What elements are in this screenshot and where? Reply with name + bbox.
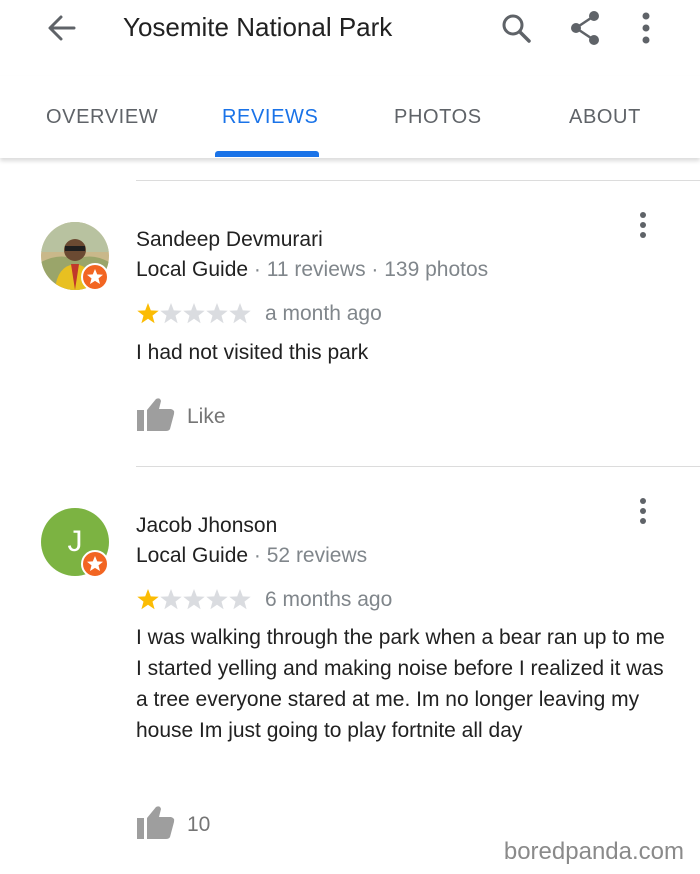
like-label[interactable]: Like	[187, 405, 226, 429]
reviewer-name[interactable]: Sandeep Devmurari	[136, 228, 323, 252]
tab-overview[interactable]: OVERVIEW	[46, 106, 158, 129]
star-rating	[137, 589, 251, 610]
review-date: a month ago	[265, 302, 382, 325]
star-empty-icon	[206, 303, 228, 324]
back-arrow-icon[interactable]	[44, 12, 80, 44]
review-more-icon[interactable]	[633, 496, 653, 526]
review-more-icon[interactable]	[633, 210, 653, 240]
star-empty-icon	[183, 589, 205, 610]
star-empty-icon	[229, 303, 251, 324]
more-vert-icon[interactable]	[628, 8, 664, 48]
local-guide-badge-icon	[81, 550, 109, 578]
reviewer-name[interactable]: Jacob Jhonson	[136, 514, 277, 538]
star-filled-icon	[137, 589, 159, 610]
share-icon[interactable]	[567, 8, 603, 48]
review-text: I had not visited this park	[136, 341, 369, 364]
local-guide-label: Local Guide	[136, 258, 249, 281]
star-empty-icon	[160, 589, 182, 610]
local-guide-badge-icon	[81, 263, 109, 291]
thumbs-up-icon[interactable]	[136, 396, 176, 434]
star-rating	[137, 303, 251, 324]
active-tab-indicator	[215, 151, 319, 157]
review-counts: · 11 reviews · 139 photos	[253, 258, 489, 281]
watermark: boredpanda.com	[503, 838, 684, 865]
star-empty-icon	[183, 303, 205, 324]
thumbs-up-icon[interactable]	[136, 804, 176, 842]
local-guide-label: Local Guide	[136, 544, 249, 567]
star-filled-icon	[137, 303, 159, 324]
page-title: Yosemite National Park	[123, 12, 393, 42]
divider	[136, 466, 700, 467]
tab-bar: OVERVIEW REVIEWS PHOTOS ABOUT	[0, 76, 700, 158]
reviewer-meta: Local Guide · 52 reviews	[136, 544, 367, 568]
star-empty-icon	[229, 589, 251, 610]
star-empty-icon	[206, 589, 228, 610]
tab-photos[interactable]: PHOTOS	[394, 106, 482, 129]
tab-about[interactable]: ABOUT	[569, 106, 641, 129]
review-counts: · 52 reviews	[253, 544, 368, 567]
review-date: 6 months ago	[265, 588, 393, 611]
like-count[interactable]: 10	[187, 813, 210, 837]
search-icon[interactable]	[498, 8, 534, 48]
app-bar: Yosemite National Park	[0, 0, 700, 77]
divider	[136, 180, 700, 181]
reviewer-meta: Local Guide · 11 reviews · 139 photos	[136, 258, 488, 282]
review-text: I was walking through the park when a be…	[136, 626, 665, 742]
star-empty-icon	[160, 303, 182, 324]
tab-reviews[interactable]: REVIEWS	[222, 106, 318, 129]
